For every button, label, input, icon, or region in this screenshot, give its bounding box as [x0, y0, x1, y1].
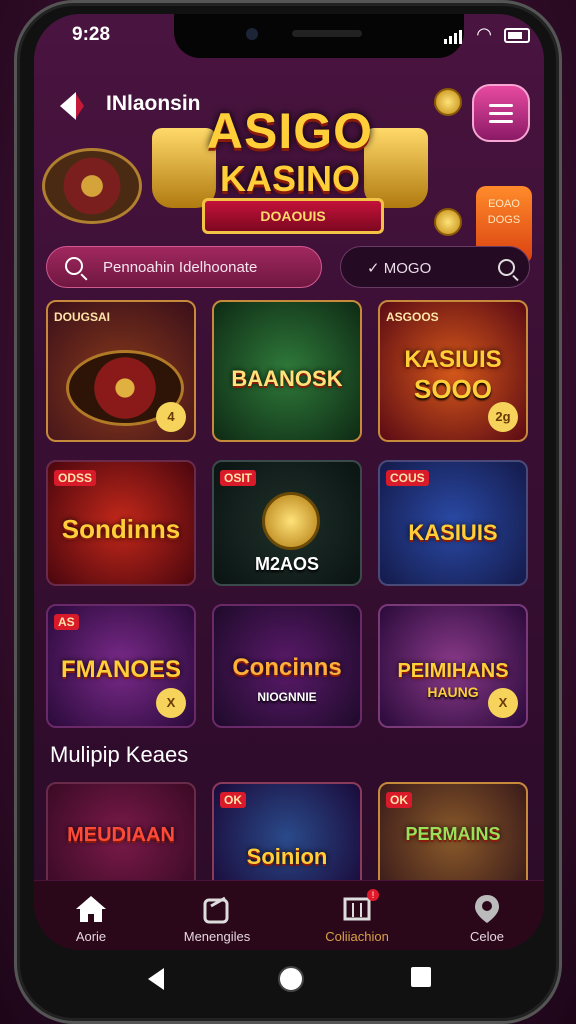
status-bar: 9:28 ◠ [34, 14, 544, 58]
game-title: M2AOS [254, 554, 319, 574]
search-input[interactable]: Pennoahin Idelhoonate [46, 246, 322, 288]
bottom-nav: Aorie Menengiles ! Coliiachion Celoe [34, 880, 544, 950]
game-subtitle: NIOGNNIE [257, 690, 317, 704]
app-screen: 9:28 ◠ INlaonsin ASIGO KASINO DOAOUIS EO… [34, 14, 544, 950]
game-tag: ODSS [54, 470, 97, 486]
game-tag: AS [54, 614, 79, 630]
wifi-icon: ◠ [476, 24, 492, 44]
nav-profile[interactable]: Celoe [432, 893, 542, 944]
game-title: MEUDIAAN [67, 824, 175, 846]
game-badge: 4 [156, 402, 186, 432]
game-title: PEIMIHANS [397, 660, 509, 682]
notification-badge: ! [367, 888, 379, 901]
home-button-icon[interactable] [276, 964, 306, 994]
game-tile[interactable]: DOUGSAI 4 [46, 300, 196, 442]
filter-label: ✓ MOGO [367, 260, 432, 277]
game-tag: OK [220, 792, 246, 808]
casino-logo: ASIGO KASINO DOAOUIS [152, 78, 428, 248]
more-games-row: MEUDIAAN OK Soinion OK PERMAINS [46, 782, 532, 892]
section-title: Mulipip Keaes [50, 742, 189, 767]
logo-ribbon: DOAOUIS [202, 198, 384, 234]
coin-icon [434, 88, 462, 116]
nav-label: Aorie [75, 929, 107, 944]
roulette-decoration [42, 148, 142, 224]
game-tile[interactable]: BAANOSK [212, 300, 362, 442]
logo-title: ASIGO [206, 103, 374, 159]
back-logo-icon[interactable] [54, 88, 90, 124]
filter-dropdown[interactable]: ✓ MOGO [340, 246, 530, 288]
game-tile[interactable]: OK Soinion [212, 782, 362, 892]
game-title: KASIUIS [404, 346, 502, 373]
search-icon [65, 257, 83, 275]
search-placeholder: Pennoahin Idelhoonate [103, 259, 258, 276]
game-badge: 2g [488, 402, 518, 432]
game-tile[interactable]: ODSS Sondinns [46, 460, 196, 586]
game-tile[interactable]: PEIMIHANS HAUNG X [378, 604, 528, 728]
coin-icon [434, 208, 462, 236]
game-tag: COUS [386, 470, 429, 486]
nav-games[interactable]: Menengiles [162, 893, 272, 944]
nav-collection[interactable]: ! Coliiachion [302, 888, 412, 944]
nav-home[interactable]: Aorie [36, 893, 146, 944]
game-tag: DOUGSAI [54, 310, 111, 324]
logo-subtitle: KASINO [219, 158, 360, 199]
nav-label: Menengiles [183, 929, 251, 944]
game-tile[interactable]: OSIT M2AOS [212, 460, 362, 586]
battery-icon [504, 28, 530, 43]
back-icon[interactable] [146, 966, 168, 992]
game-title: BAANOSK [231, 366, 343, 391]
game-badge: X [156, 688, 186, 718]
nav-label: Celoe [470, 929, 504, 944]
game-badge: X [488, 688, 518, 718]
game-tag: ASGOOS [386, 310, 439, 324]
game-title: Concinns [232, 654, 342, 681]
game-title: PERMAINS [405, 824, 501, 844]
game-title: Sondinns [61, 514, 181, 544]
status-time: 9:28 [72, 24, 111, 45]
search-row: Pennoahin Idelhoonate ✓ MOGO [34, 246, 544, 296]
coin-icon [262, 492, 320, 550]
game-tile[interactable]: ASGOOS KASIUIS SOOO 2g [378, 300, 528, 442]
system-navigation-bar [0, 950, 576, 1024]
game-title: FMANOES [61, 656, 181, 683]
menu-button[interactable] [472, 84, 530, 142]
game-tile[interactable]: OK PERMAINS [378, 782, 528, 892]
filter-search-icon[interactable] [498, 259, 515, 276]
location-pin-icon [475, 895, 499, 923]
dice-icon [203, 896, 229, 924]
header: INlaonsin ASIGO KASINO DOAOUIS EOAO DOGS [34, 58, 544, 264]
recents-icon[interactable] [410, 966, 432, 988]
game-tile[interactable]: Concinns NIOGNNIE [212, 604, 362, 728]
game-tile[interactable]: COUS KASIUIS [378, 460, 528, 586]
nav-label: Coliiachion [325, 929, 389, 944]
game-title: Soinion [246, 844, 328, 869]
signal-icon [444, 30, 462, 44]
home-icon [76, 896, 106, 922]
game-tile[interactable]: MEUDIAAN [46, 782, 196, 892]
game-tag: OSIT [220, 470, 257, 486]
game-tile[interactable]: AS FMANOES X [46, 604, 196, 728]
game-subtitle: SOOO [413, 374, 492, 404]
game-title: KASIUIS [408, 520, 498, 545]
game-tag: OK [386, 792, 412, 808]
